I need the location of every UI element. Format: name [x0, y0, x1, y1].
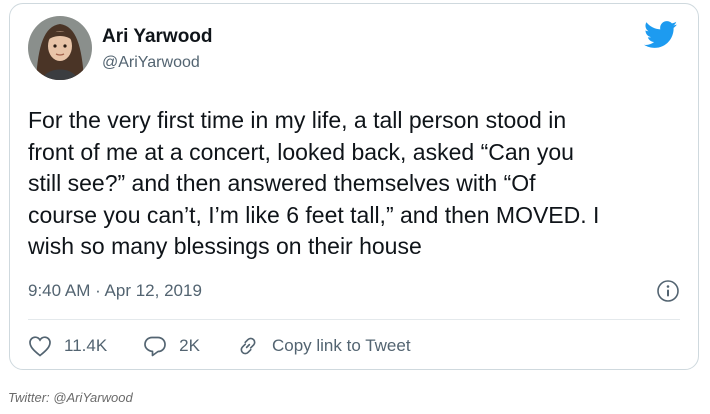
twitter-bird-icon[interactable]	[644, 21, 678, 49]
copy-link-button[interactable]: Copy link to Tweet	[236, 335, 411, 357]
link-icon	[240, 337, 256, 355]
like-count: 11.4K	[64, 336, 108, 355]
like-button[interactable]: 11.4K	[28, 335, 107, 357]
avatar[interactable]	[28, 16, 92, 80]
tweet-text: For the very first time in my life, a ta…	[28, 107, 600, 259]
reply-button[interactable]: 2K	[143, 335, 200, 357]
image-credit: Twitter: @AriYarwood	[8, 390, 133, 405]
author-handle[interactable]: @AriYarwood	[102, 54, 200, 72]
tweet-actions: 11.4K 2K Copy link to Tweet	[28, 334, 447, 358]
heart-icon	[29, 336, 51, 357]
copy-link-label: Copy link to Tweet	[271, 336, 411, 355]
tweet-timestamp[interactable]: 9:40 AM · Apr 12, 2019	[28, 281, 202, 301]
reply-bubble-icon	[144, 336, 167, 357]
author-name[interactable]: Ari Yarwood	[102, 26, 213, 48]
tweet-card: Ari Yarwood @AriYarwood For the very fir…	[9, 3, 699, 370]
info-icon[interactable]	[656, 279, 680, 303]
reply-count: 2K	[179, 336, 200, 355]
tweet-meta: 9:40 AM · Apr 12, 2019	[28, 279, 680, 303]
divider	[28, 319, 680, 320]
